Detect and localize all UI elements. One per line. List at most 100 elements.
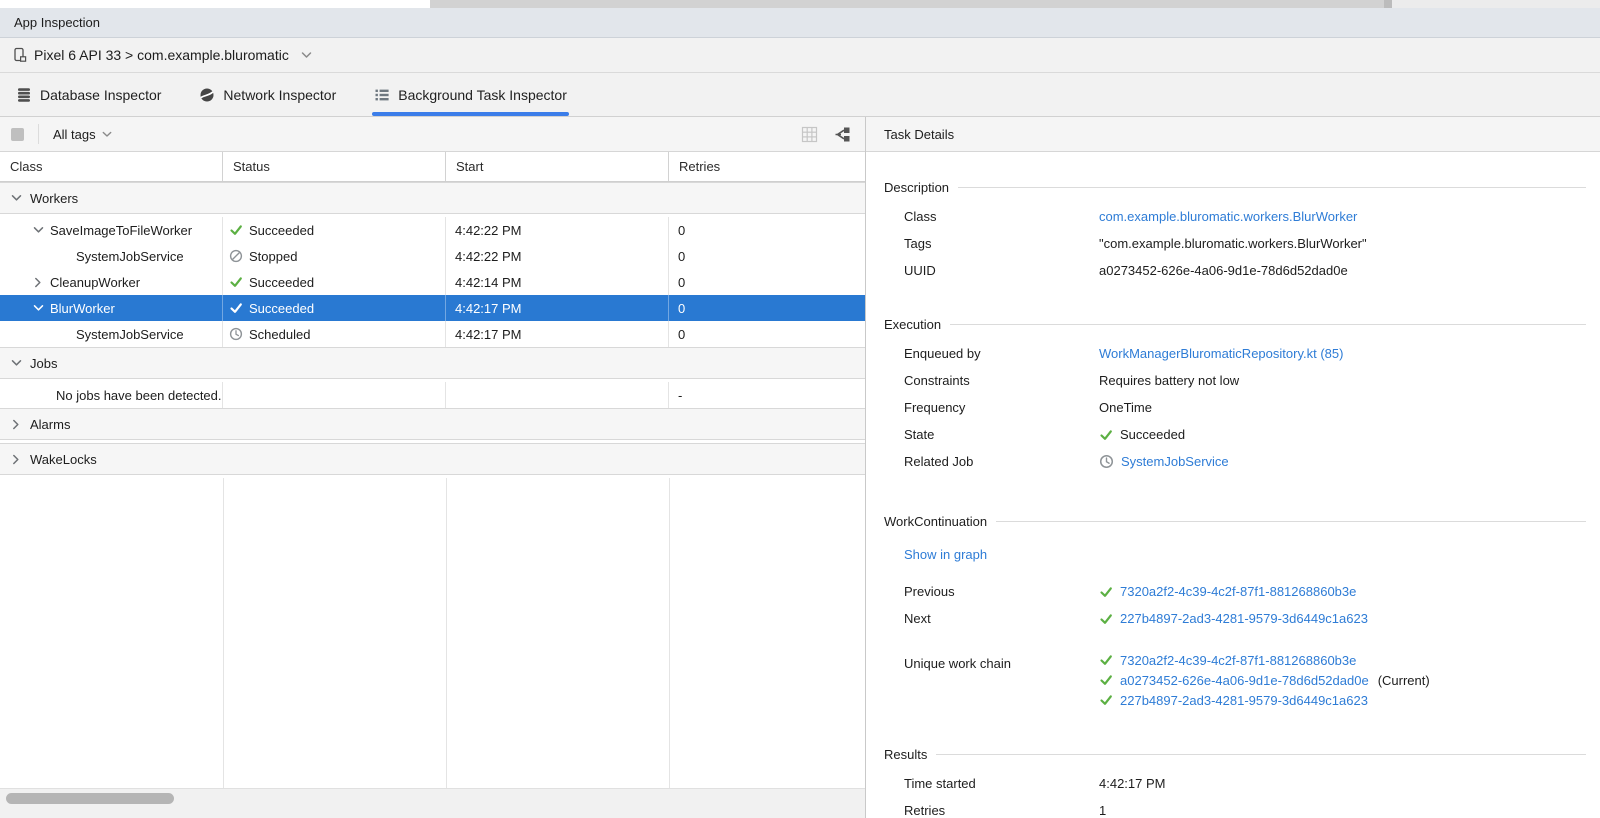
table-view-icon[interactable] — [801, 126, 818, 143]
state-value: Succeeded — [1120, 427, 1185, 442]
section-workcontinuation: WorkContinuation — [884, 511, 1586, 531]
tag-filter-label: All tags — [53, 127, 96, 142]
tab-label: Network Inspector — [223, 87, 336, 103]
start-cell: 4:42:22 PM — [455, 223, 522, 238]
table-row-saveimagetofileworker[interactable]: SaveImageToFileWorker Succeeded 4:42:22 … — [0, 217, 865, 243]
detail-row-next: Next 227b4897-2ad3-4281-9579-3d6449c1a62… — [904, 605, 1586, 632]
detail-row-tags: Tags "com.example.bluromatic.workers.Blu… — [904, 230, 1586, 257]
column-header-start[interactable]: Start — [446, 152, 669, 181]
status-cell: Succeeded — [249, 223, 314, 238]
detail-label: Time started — [904, 776, 1099, 791]
succeeded-icon — [1099, 612, 1113, 626]
detail-label: State — [904, 427, 1099, 442]
section-execution: Execution — [884, 314, 1586, 334]
toolbar-separator — [38, 124, 39, 144]
chain-work-link[interactable]: 7320a2f2-4c39-4c2f-87f1-881268860b3e — [1120, 653, 1356, 668]
status-cell: Stopped — [249, 249, 297, 264]
detail-label: Constraints — [904, 373, 1099, 388]
group-row-alarms[interactable]: Alarms — [0, 408, 865, 440]
inspector-tab-bar: Database Inspector Network Inspector Bac… — [0, 73, 1600, 117]
task-details-title: Task Details — [884, 127, 954, 142]
tab-background-task-inspector[interactable]: Background Task Inspector — [374, 73, 567, 116]
table-row-cleanupworker[interactable]: CleanupWorker Succeeded 4:42:14 PM 0 — [0, 269, 865, 295]
section-rule — [936, 754, 1586, 755]
task-details-content: Description Class com.example.bluromatic… — [866, 152, 1600, 818]
constraints-value: Requires battery not low — [1099, 373, 1239, 388]
tag-filter-dropdown[interactable]: All tags — [53, 127, 112, 142]
chevron-down-icon[interactable] — [30, 226, 46, 234]
section-title: WorkContinuation — [884, 514, 987, 529]
detail-row-time-started: Time started 4:42:17 PM — [904, 770, 1586, 797]
class-link[interactable]: com.example.bluromatic.workers.BlurWorke… — [1099, 209, 1357, 224]
previous-work-link[interactable]: 7320a2f2-4c39-4c2f-87f1-881268860b3e — [1120, 584, 1356, 599]
chevron-right-icon[interactable] — [10, 419, 22, 430]
detail-label: Enqueued by — [904, 346, 1099, 361]
related-job-link[interactable]: SystemJobService — [1121, 454, 1229, 469]
detail-label: Retries — [904, 803, 1099, 818]
group-label: Alarms — [30, 417, 70, 432]
detail-label: Previous — [904, 584, 1099, 599]
enqueued-by-link[interactable]: WorkManagerBluromaticRepository.kt (85) — [1099, 346, 1343, 361]
tab-network-inspector[interactable]: Network Inspector — [199, 73, 336, 116]
table-row-systemjobservice[interactable]: SystemJobService Stopped 4:42:22 PM 0 — [0, 243, 865, 269]
class-cell: SystemJobService — [76, 249, 184, 264]
column-header-class[interactable]: Class — [0, 152, 223, 181]
detail-row-enqueued-by: Enqueued by WorkManagerBluromaticReposit… — [904, 340, 1586, 367]
class-cell: BlurWorker — [50, 301, 115, 316]
result-retries-value: 1 — [1099, 803, 1106, 818]
current-chain-suffix: (Current) — [1378, 673, 1430, 688]
device-process-label: Pixel 6 API 33 > com.example.bluromatic — [34, 47, 289, 63]
section-description: Description — [884, 177, 1586, 197]
start-cell: 4:42:17 PM — [455, 301, 522, 316]
chain-work-link-current[interactable]: a0273452-626e-4a06-9d1e-78d6d52dad0e — [1120, 673, 1369, 688]
window-top-strip — [0, 0, 1600, 8]
app-inspection-title-bar: App Inspection — [0, 8, 1600, 38]
chevron-down-icon[interactable] — [30, 304, 46, 312]
class-cell: SystemJobService — [76, 327, 184, 342]
detail-label: Tags — [904, 236, 1099, 251]
tab-label: Database Inspector — [40, 87, 161, 103]
stop-inspection-icon[interactable] — [11, 128, 24, 141]
chevron-down-icon[interactable] — [10, 194, 22, 202]
app-inspection-window: App Inspection Pixel 6 API 33 > com.exam… — [0, 0, 1600, 818]
detail-row-uuid: UUID a0273452-626e-4a06-9d1e-78d6d52dad0… — [904, 257, 1586, 284]
group-row-jobs[interactable]: Jobs — [0, 347, 865, 379]
next-work-link[interactable]: 227b4897-2ad3-4281-9579-3d6449c1a623 — [1120, 611, 1368, 626]
tab-database-inspector[interactable]: Database Inspector — [16, 73, 161, 116]
status-cell: Succeeded — [249, 275, 314, 290]
detail-row-state: State Succeeded — [904, 421, 1586, 448]
retries-cell: - — [678, 388, 682, 403]
column-header-status[interactable]: Status — [223, 152, 446, 181]
task-table-panel: All tags Class Status Start Retries — [0, 117, 866, 818]
detail-row-retries: Retries 1 — [904, 797, 1586, 818]
succeeded-icon — [229, 223, 243, 237]
device-selector-bar[interactable]: Pixel 6 API 33 > com.example.bluromatic — [0, 38, 1600, 73]
succeeded-icon — [1099, 673, 1113, 687]
table-row-blurworker-selected[interactable]: BlurWorker Succeeded 4:42:17 PM 0 — [0, 295, 865, 321]
graph-view-icon[interactable] — [834, 126, 851, 143]
show-in-graph-link[interactable]: Show in graph — [904, 547, 987, 562]
detail-label: Next — [904, 611, 1099, 626]
chevron-right-icon[interactable] — [30, 277, 46, 288]
chevron-right-icon[interactable] — [10, 454, 22, 465]
panel-title: App Inspection — [14, 15, 100, 30]
status-cell: Scheduled — [249, 327, 310, 342]
horizontal-scrollbar-thumb[interactable] — [6, 793, 174, 804]
chain-work-link[interactable]: 227b4897-2ad3-4281-9579-3d6449c1a623 — [1120, 693, 1368, 708]
group-label: WakeLocks — [30, 452, 97, 467]
section-rule — [996, 521, 1586, 522]
detail-row-unique-work-chain: Unique work chain 7320a2f2-4c39-4c2f-87f… — [904, 650, 1586, 710]
chevron-down-icon[interactable] — [10, 359, 22, 367]
retries-cell: 0 — [678, 275, 685, 290]
detail-row-class: Class com.example.bluromatic.workers.Blu… — [904, 203, 1586, 230]
horizontal-scrollbar-track[interactable] — [0, 788, 865, 818]
group-row-workers[interactable]: Workers — [0, 182, 865, 214]
column-header-retries[interactable]: Retries — [669, 152, 865, 181]
table-row-no-jobs[interactable]: No jobs have been detected. - — [0, 382, 865, 408]
table-row-systemjobservice[interactable]: SystemJobService Scheduled 4:42:17 PM 0 — [0, 321, 865, 347]
frequency-value: OneTime — [1099, 400, 1152, 415]
status-cell: Succeeded — [249, 301, 314, 316]
chevron-down-icon — [102, 131, 112, 138]
detail-row-frequency: Frequency OneTime — [904, 394, 1586, 421]
group-row-wakelocks[interactable]: WakeLocks — [0, 443, 865, 475]
